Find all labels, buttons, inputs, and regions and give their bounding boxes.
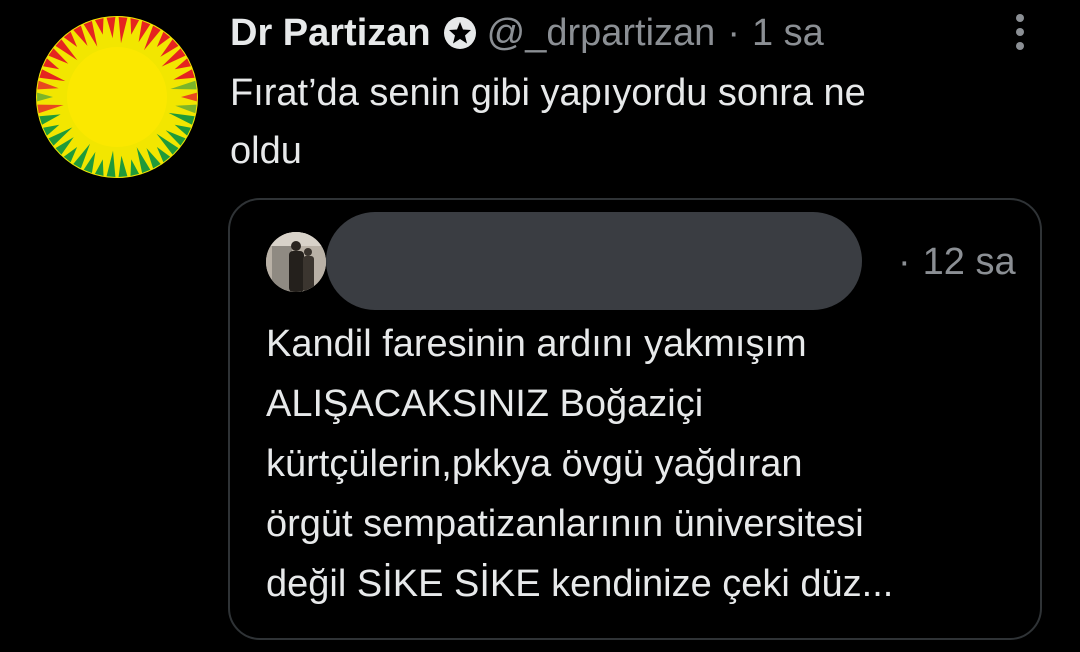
tweet-header: Dr Partizan @_drpartizan · 1 sa [230,10,824,56]
quoted-tweet-meta: · 12 sa [898,238,1016,286]
user-handle[interactable]: @_drpartizan [487,10,716,56]
tweet-text: Fırat’da senin gibi yapıyordu sonra ne o… [230,72,866,172]
tweet[interactable]: Dr Partizan @_drpartizan · 1 sa Fırat’da… [0,0,1080,652]
redacted-user-name [326,212,862,310]
quoted-tweet-card[interactable]: · 12 sa Kandil faresinin ardını yakmışım … [228,198,1042,640]
quoted-tweet-timestamp[interactable]: 12 sa [923,241,1016,283]
more-options-icon[interactable] [1004,10,1036,54]
separator-dot: · [727,12,740,54]
display-name[interactable]: Dr Partizan [230,10,431,56]
sun-core [67,47,167,147]
user-avatar-icon[interactable] [266,232,326,292]
quoted-tweet-text: Kandil faresinin ardını yakmışım ALIŞACA… [266,323,894,605]
star-badge-icon [443,16,477,50]
separator-dot: · [898,241,911,283]
sun-avatar-icon[interactable] [36,16,198,178]
tweet-timestamp[interactable]: 1 sa [752,10,824,56]
